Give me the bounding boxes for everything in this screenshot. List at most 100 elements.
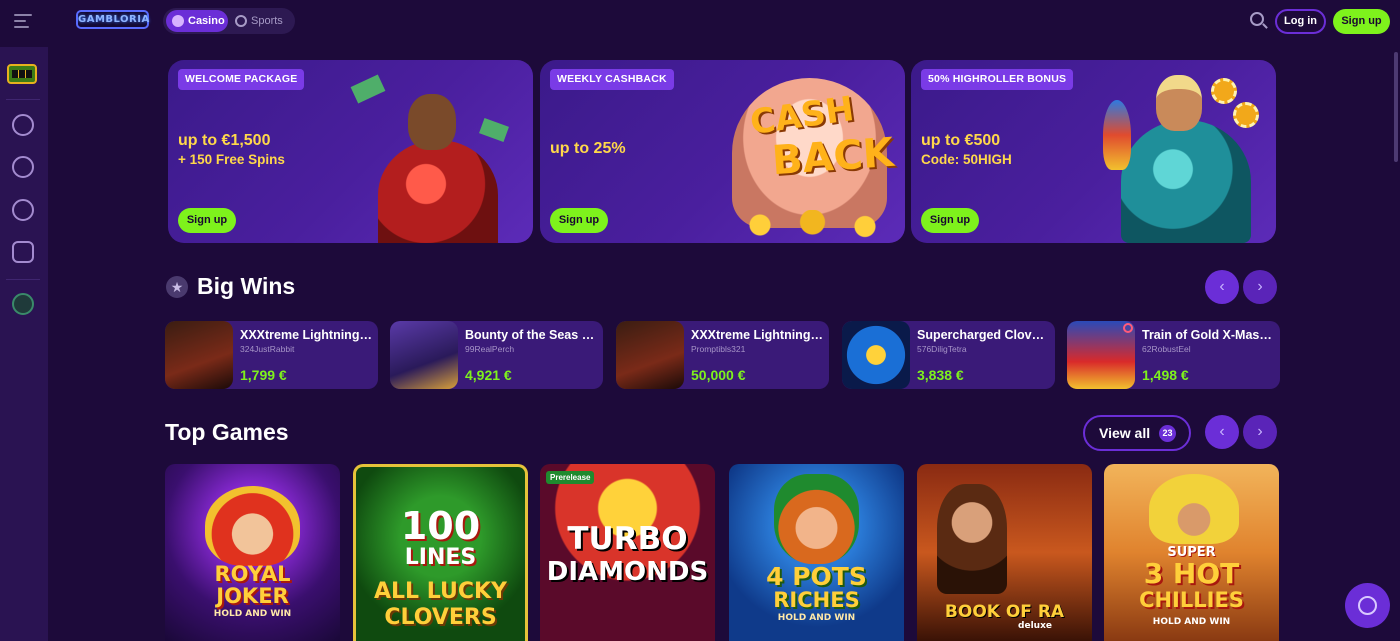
- view-all-count-badge: 23: [1159, 425, 1176, 442]
- site-logo[interactable]: GAMBLORIA: [76, 10, 149, 29]
- view-all-label: View all: [1099, 425, 1151, 441]
- game-title-line: 4 POTS: [766, 562, 867, 591]
- login-button[interactable]: Log in: [1275, 9, 1326, 34]
- win-amount: 4,921 €: [465, 367, 512, 383]
- game-tile-royal-joker[interactable]: ROYAL JOKER HOLD AND WIN: [165, 464, 340, 641]
- game-tile-book-of-ra[interactable]: BOOK OF RA deluxe: [917, 464, 1092, 641]
- mariachi-image: [1149, 474, 1239, 544]
- big-win-card[interactable]: Bounty of the Seas 2 Hold & Win 99RealPe…: [390, 321, 603, 389]
- scrollbar[interactable]: [1392, 42, 1400, 641]
- casino-icon: [172, 15, 184, 27]
- promo-signup-button[interactable]: Sign up: [550, 208, 608, 233]
- product-tabs: Casino Sports: [163, 8, 295, 34]
- win-username: 99RealPerch: [465, 344, 515, 354]
- win-amount: 1,799 €: [240, 367, 287, 383]
- big-wins-next-button[interactable]: ›: [1243, 270, 1277, 304]
- game-thumbnail: [165, 321, 233, 389]
- sidebar-divider: [6, 99, 40, 100]
- star-icon: ★: [166, 276, 188, 298]
- sports-icon[interactable]: [12, 199, 34, 221]
- game-tile-super-3-hot-chillies[interactable]: SUPER 3 HOT CHILLIES HOLD AND WIN: [1104, 464, 1279, 641]
- slots-icon[interactable]: [7, 64, 37, 84]
- game-title-line: 100: [400, 504, 481, 548]
- tab-sports[interactable]: Sports: [231, 10, 291, 32]
- coins-image: [725, 210, 900, 240]
- game-title-line: LINES: [404, 545, 477, 570]
- promo-character-head: [1156, 75, 1202, 131]
- tab-casino-label: Casino: [188, 15, 225, 27]
- big-win-card[interactable]: Train of Gold X-Mas: Hold and Win 62Robu…: [1067, 321, 1280, 389]
- big-win-card[interactable]: Supercharged Clovers 576DiligTetra 3,838…: [842, 321, 1055, 389]
- game-thumbnail: [842, 321, 910, 389]
- game-title-line: CHILLIES: [1139, 588, 1244, 612]
- promo-signup-button[interactable]: Sign up: [921, 208, 979, 233]
- win-username: 324JustRabbit: [240, 344, 295, 354]
- win-game-name: XXXtreme Lightning Roulette: [691, 328, 824, 342]
- promo-headline: up to €1,500: [178, 132, 271, 149]
- signup-button[interactable]: Sign up: [1333, 9, 1390, 34]
- notification-dot-icon: [1123, 323, 1133, 333]
- leprechaun-image: [774, 474, 859, 564]
- promo-subline: Code: 50HIGH: [921, 152, 1012, 167]
- sidebar: [0, 47, 48, 641]
- top-header: GAMBLORIA Casino Sports Log in Sign up: [0, 0, 1400, 42]
- game-title-line: JOKER: [216, 584, 289, 608]
- promo-banner-highroller[interactable]: 50% HIGHROLLER BONUS up to €500 Code: 50…: [911, 60, 1276, 243]
- game-title-line: 3 HOT: [1143, 557, 1240, 590]
- sports-ball-icon: [235, 15, 247, 27]
- joker-image: [205, 486, 300, 566]
- win-amount: 3,838 €: [917, 367, 964, 383]
- win-game-name: Train of Gold X-Mas: Hold and Win: [1142, 328, 1275, 342]
- win-game-name: Bounty of the Seas 2 Hold & Win: [465, 328, 598, 342]
- sidebar-divider: [6, 279, 40, 280]
- big-wins-title: Big Wins: [197, 273, 296, 299]
- game-thumbnail: [390, 321, 458, 389]
- win-username: 576DiligTetra: [917, 344, 967, 354]
- win-game-name: XXXtreme Lightning Roulette: [240, 328, 373, 342]
- top-games-title: Top Games: [165, 419, 289, 445]
- game-tile-100-lines[interactable]: 100 LINES ALL LUCKY CLOVERS: [353, 464, 528, 641]
- game-title-line: TURBO: [567, 521, 688, 557]
- casino-chip-icon: [1233, 102, 1259, 128]
- language-globe-icon[interactable]: [12, 293, 34, 315]
- game-title-line: BOOK OF RA: [944, 602, 1065, 622]
- promo-character-image: [1121, 120, 1251, 243]
- scrollbar-thumb[interactable]: [1394, 52, 1398, 162]
- promo-headline: up to €500: [921, 132, 1001, 149]
- promo-headline: up to 25%: [550, 140, 626, 157]
- win-game-name: Supercharged Clovers: [917, 328, 1050, 342]
- game-title-line: HOLD AND WIN: [213, 609, 292, 619]
- top-games-next-button[interactable]: ›: [1243, 415, 1277, 449]
- win-amount: 1,498 €: [1142, 367, 1189, 383]
- promo-character-image: [350, 74, 523, 243]
- game-tile-4-pots-riches[interactable]: 4 POTS RICHES HOLD AND WIN: [729, 464, 904, 641]
- promo-banner-welcome[interactable]: WELCOME PACKAGE up to €1,500 + 150 Free …: [168, 60, 533, 243]
- game-title-line: deluxe: [1018, 621, 1052, 631]
- promo-tag: WEEKLY CASHBACK: [550, 69, 674, 90]
- game-thumbnail: [616, 321, 684, 389]
- promo-art-text: BACK: [770, 129, 896, 185]
- game-title-line: HOLD AND WIN: [777, 613, 856, 623]
- search-icon[interactable]: [1250, 12, 1264, 26]
- casino-icon[interactable]: [12, 114, 34, 136]
- live-icon[interactable]: [12, 156, 34, 178]
- top-games-prev-button[interactable]: ‹: [1205, 415, 1239, 449]
- support-chat-icon[interactable]: [1345, 583, 1390, 628]
- game-tile-turbo-diamonds[interactable]: Prerelease TURBO DIAMONDS: [540, 464, 715, 641]
- big-win-card[interactable]: XXXtreme Lightning Roulette 324JustRabbi…: [165, 321, 378, 389]
- lobby-icon[interactable]: [12, 241, 34, 263]
- tab-casino[interactable]: Casino: [166, 10, 228, 32]
- win-username: 62RobustEel: [1142, 344, 1191, 354]
- game-title-line: CLOVERS: [384, 605, 497, 630]
- promo-signup-button[interactable]: Sign up: [178, 208, 236, 233]
- promo-banner-cashback[interactable]: WEEKLY CASHBACK up to 25% CASH BACK Sign…: [540, 60, 905, 243]
- explorer-image: [937, 484, 1007, 594]
- win-amount: 50,000 €: [691, 367, 746, 383]
- prerelease-badge: Prerelease: [546, 471, 595, 484]
- win-username: Promptibls321: [691, 344, 746, 354]
- game-title-line: DIAMONDS: [546, 557, 709, 587]
- big-wins-prev-button[interactable]: ‹: [1205, 270, 1239, 304]
- view-all-button[interactable]: View all 23: [1083, 415, 1191, 451]
- menu-icon[interactable]: [14, 14, 32, 28]
- big-win-card[interactable]: XXXtreme Lightning Roulette Promptibls32…: [616, 321, 829, 389]
